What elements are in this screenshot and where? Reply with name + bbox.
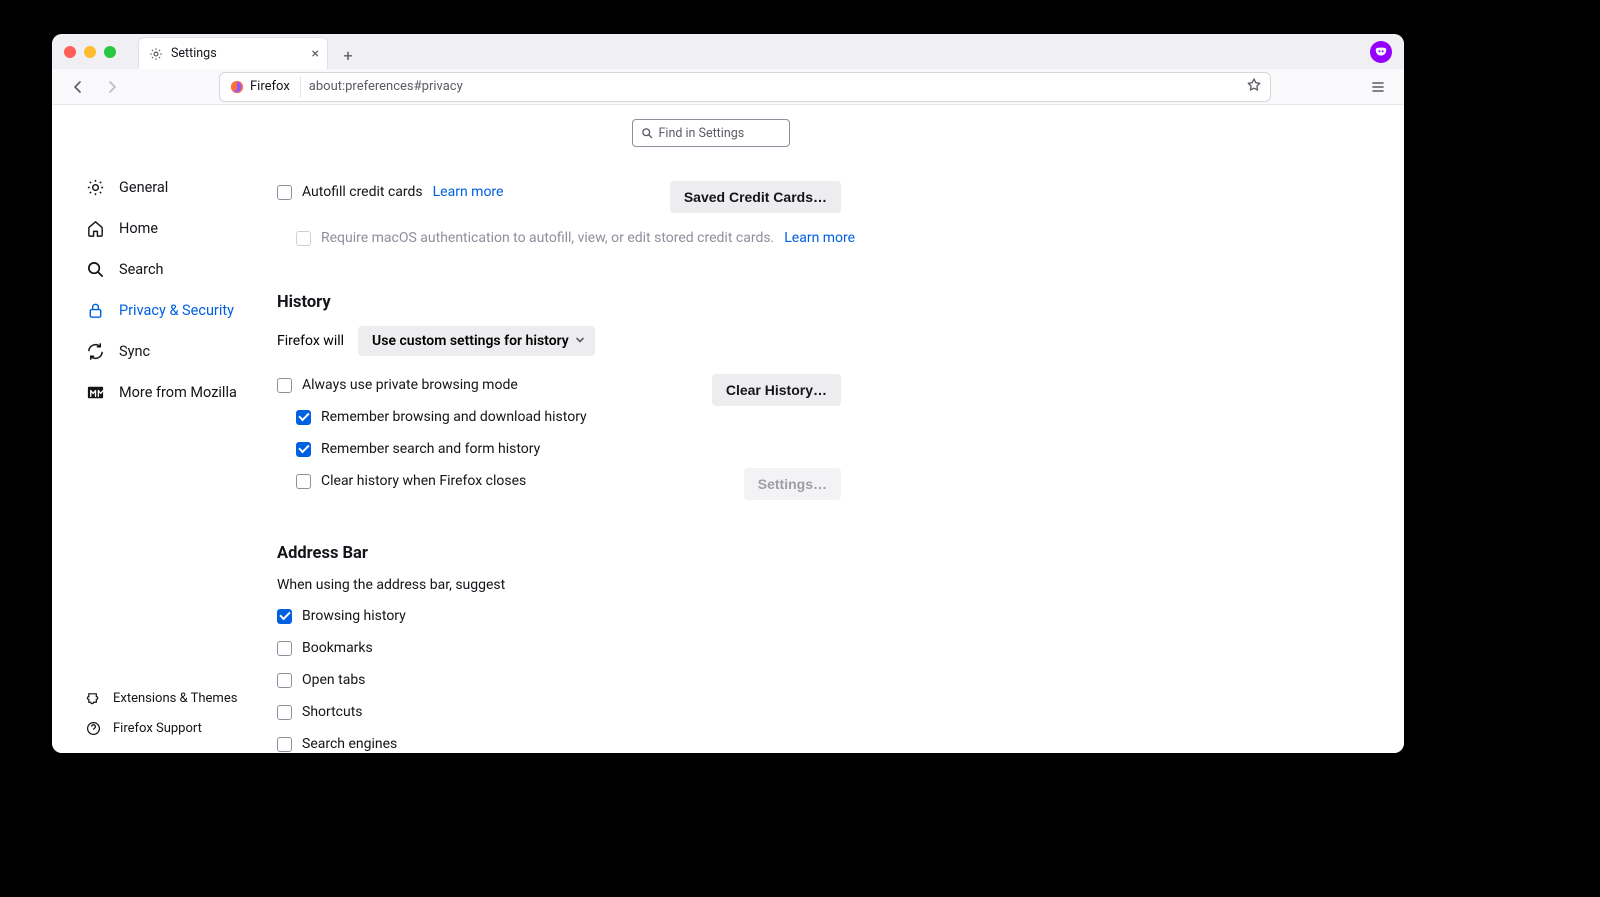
window-maximize[interactable]	[104, 46, 116, 58]
url-bar[interactable]: Firefox about:preferences#privacy	[219, 72, 1271, 102]
tab-settings[interactable]: Settings ×	[138, 37, 328, 69]
saved-credit-cards-button[interactable]: Saved Credit Cards…	[670, 181, 841, 213]
app-menu-button[interactable]	[1364, 73, 1392, 101]
suggest-search-engines-checkbox[interactable]	[277, 737, 292, 752]
remember-browsing-checkbox[interactable]	[296, 410, 311, 425]
sidebar-item-privacy[interactable]: Privacy & Security	[52, 290, 277, 331]
suggest-open-tabs-label: Open tabs	[302, 672, 365, 688]
require-auth-label: Require macOS authentication to autofill…	[321, 230, 774, 246]
sidebar-item-search[interactable]: Search	[52, 249, 277, 290]
always-private-label: Always use private browsing mode	[302, 377, 518, 393]
settings-main: Find in Settings Autofill credit cards L…	[277, 105, 1404, 753]
suggest-bookmarks-label: Bookmarks	[302, 640, 373, 656]
gear-icon	[149, 47, 163, 61]
sidebar-item-label: Sync	[119, 343, 150, 360]
new-tab-button[interactable]: +	[334, 41, 362, 69]
hamburger-icon	[1370, 79, 1386, 95]
suggest-browsing-history-label: Browsing history	[302, 608, 406, 624]
puzzle-icon	[86, 691, 101, 706]
window-controls	[64, 46, 116, 58]
browser-window: Settings × + Firefox about:preferences	[52, 34, 1404, 753]
sidebar-item-label: Privacy & Security	[119, 302, 234, 319]
addressbar-subtitle: When using the address bar, suggest	[277, 577, 1364, 593]
arrow-right-icon	[104, 79, 120, 95]
autofill-credit-cards-checkbox[interactable]	[277, 185, 292, 200]
settings-content: General Home Search Privacy & Security S…	[52, 105, 1404, 753]
search-icon	[86, 260, 105, 279]
identity-box[interactable]: Firefox	[228, 76, 301, 98]
identity-label: Firefox	[250, 79, 290, 94]
require-auth-checkbox	[296, 231, 311, 246]
tabstrip: Settings × +	[138, 34, 362, 69]
help-icon	[86, 721, 101, 736]
sidebar-extensions[interactable]: Extensions & Themes	[52, 683, 277, 713]
sidebar-item-label: Home	[119, 220, 158, 237]
settings-search-input[interactable]: Find in Settings	[632, 119, 790, 147]
suggest-shortcuts-checkbox[interactable]	[277, 705, 292, 720]
sidebar-item-more[interactable]: More from Mozilla	[52, 372, 277, 413]
sidebar-foot-label: Firefox Support	[113, 721, 202, 736]
mask-icon	[1374, 45, 1388, 59]
remember-search-checkbox[interactable]	[296, 442, 311, 457]
lock-icon	[86, 301, 105, 320]
suggest-search-engines-label: Search engines	[302, 736, 397, 752]
gear-icon	[86, 178, 105, 197]
profile-badge[interactable]	[1370, 41, 1392, 63]
autofill-credit-cards-label: Autofill credit cards	[302, 184, 423, 200]
remember-browsing-label: Remember browsing and download history	[321, 409, 587, 425]
clear-on-close-checkbox[interactable]	[296, 474, 311, 489]
autofill-learn-more-link[interactable]: Learn more	[433, 184, 504, 200]
forward-button[interactable]	[98, 73, 126, 101]
arrow-left-icon	[70, 79, 86, 95]
star-icon	[1246, 77, 1262, 93]
close-icon[interactable]: ×	[312, 46, 319, 62]
clear-on-close-settings-button: Settings…	[744, 468, 841, 500]
remember-search-label: Remember search and form history	[321, 441, 540, 457]
titlebar: Settings × +	[52, 34, 1404, 69]
toolbar: Firefox about:preferences#privacy	[52, 69, 1404, 105]
clear-on-close-label: Clear history when Firefox closes	[321, 473, 526, 489]
suggest-browsing-history-checkbox[interactable]	[277, 609, 292, 624]
sidebar-item-label: General	[119, 179, 168, 196]
always-private-checkbox[interactable]	[277, 378, 292, 393]
tab-label: Settings	[171, 46, 217, 61]
window-minimize[interactable]	[84, 46, 96, 58]
settings-sidebar: General Home Search Privacy & Security S…	[52, 105, 277, 753]
sidebar-item-home[interactable]: Home	[52, 208, 277, 249]
url-text: about:preferences#privacy	[309, 79, 463, 94]
sidebar-item-sync[interactable]: Sync	[52, 331, 277, 372]
search-placeholder: Find in Settings	[659, 126, 745, 141]
back-button[interactable]	[64, 73, 92, 101]
require-auth-learn-more-link[interactable]: Learn more	[784, 230, 855, 246]
addressbar-heading: Address Bar	[277, 544, 1364, 563]
sidebar-item-label: Search	[119, 261, 164, 278]
sync-icon	[86, 342, 105, 361]
history-mode-value: Use custom settings for history	[372, 333, 569, 349]
suggest-shortcuts-label: Shortcuts	[302, 704, 363, 720]
mozilla-icon	[86, 383, 105, 402]
history-mode-select[interactable]: Use custom settings for history	[358, 326, 595, 356]
chevron-down-icon	[575, 333, 585, 349]
suggest-open-tabs-checkbox[interactable]	[277, 673, 292, 688]
sidebar-item-general[interactable]: General	[52, 167, 277, 208]
clear-history-button[interactable]: Clear History…	[712, 374, 841, 406]
home-icon	[86, 219, 105, 238]
firefox-logo-icon	[230, 80, 244, 94]
search-icon	[641, 127, 653, 139]
sidebar-support[interactable]: Firefox Support	[52, 713, 277, 743]
sidebar-foot-label: Extensions & Themes	[113, 691, 237, 706]
firefox-will-label: Firefox will	[277, 333, 344, 349]
bookmark-star-button[interactable]	[1246, 77, 1262, 97]
sidebar-item-label: More from Mozilla	[119, 384, 237, 401]
suggest-bookmarks-checkbox[interactable]	[277, 641, 292, 656]
history-heading: History	[277, 293, 1364, 312]
window-close[interactable]	[64, 46, 76, 58]
